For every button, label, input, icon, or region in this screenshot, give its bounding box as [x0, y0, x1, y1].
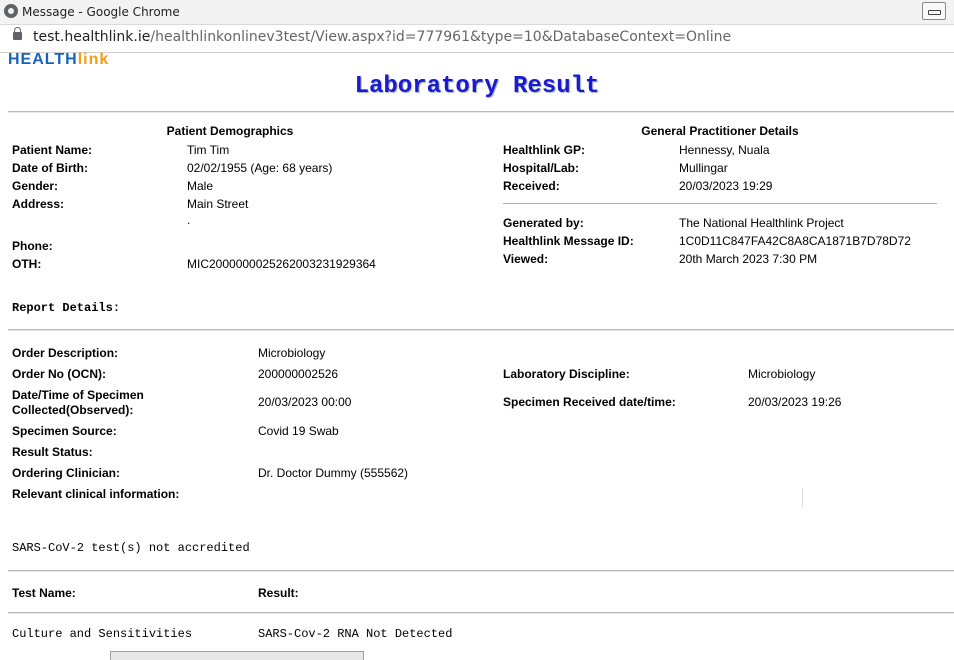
accreditation-note: SARS-CoV-2 test(s) not accredited [12, 541, 250, 555]
collected-label-line1: Date/Time of Specimen [12, 388, 144, 402]
address-bar[interactable]: test.healthlink.ie/healthlinkonlinev3tes… [0, 25, 954, 53]
result-header: Result: [258, 586, 299, 600]
order-description-label: Order Description: [12, 346, 119, 360]
dob-label: Date of Birth: [12, 161, 88, 175]
minimize-icon [928, 10, 941, 15]
result-row-test: Culture and Sensitivities [12, 627, 193, 641]
gp-divider [503, 203, 937, 204]
collected-label-line2: Collected(Observed): [12, 403, 134, 417]
address-line-2: . [187, 213, 191, 227]
url-host: test.healthlink.ie [33, 29, 151, 45]
patient-name-value: Tim Tim [187, 143, 230, 157]
chrome-icon [4, 4, 18, 18]
healthlink-logo: HEALTHlink [8, 51, 110, 68]
order-no-value: 200000002526 [258, 367, 339, 381]
viewed-label: Viewed: [503, 252, 549, 266]
order-no-label: Order No (OCN): [12, 367, 106, 381]
lab-discipline-label: Laboratory Discipline: [503, 367, 630, 381]
hospital-label: Hospital/Lab: [503, 161, 580, 175]
specimen-received-value: 20/03/2023 19:26 [748, 395, 842, 409]
specimen-source-label: Specimen Source: [12, 424, 117, 438]
gp-label: Healthlink GP: [503, 143, 586, 157]
gp-value: Hennessy, Nuala [679, 143, 770, 157]
oth-value: MIC2000000025262003231929364 [187, 257, 376, 271]
phone-label: Phone: [12, 239, 53, 253]
collected-value: 20/03/2023 00:00 [258, 395, 352, 409]
message-id-value: 1C0D11C847FA42C8A8CA1871B7D78D72 [679, 234, 911, 248]
window-title: Message - Google Chrome [22, 5, 180, 19]
lock-icon[interactable] [13, 27, 22, 40]
page-title: Laboratory Result [354, 73, 600, 100]
patient-demographics-heading: Patient Demographics [166, 124, 294, 138]
url-text[interactable]: test.healthlink.ie/healthlinkonlinev3tes… [33, 29, 731, 45]
test-name-header: Test Name: [12, 586, 76, 600]
divider-tick [802, 488, 803, 508]
gender-value: Male [187, 179, 214, 193]
lab-discipline-value: Microbiology [748, 367, 816, 381]
divider [8, 570, 954, 572]
generated-label: Generated by: [503, 216, 584, 230]
divider [8, 111, 954, 113]
patient-name-label: Patient Name: [12, 143, 93, 157]
received-label: Received: [503, 179, 560, 193]
ordering-clinician-value: Dr. Doctor Dummy (555562) [258, 466, 409, 480]
url-path: /healthlinkonlinev3test/View.aspx?id=777… [150, 29, 732, 45]
order-description-value: Microbiology [258, 346, 326, 360]
generated-value: The National Healthlink Project [679, 216, 844, 230]
minimize-button[interactable] [922, 2, 946, 20]
window-titlebar: Message - Google Chrome [0, 0, 954, 25]
gender-label: Gender: [12, 179, 59, 193]
divider [8, 612, 954, 614]
clinical-info-label: Relevant clinical information: [12, 487, 180, 501]
divider [8, 329, 954, 331]
dob-value: 02/02/1955 (Age: 68 years) [187, 161, 333, 175]
specimen-source-value: Covid 19 Swab [258, 424, 339, 438]
message-id-label: Healthlink Message ID: [503, 234, 634, 248]
hospital-value: Mullingar [679, 161, 728, 175]
result-status-label: Result Status: [12, 445, 93, 459]
report-details-heading: Report Details: [12, 301, 121, 315]
specimen-received-label: Specimen Received date/time: [503, 395, 676, 409]
address-value: Main Street [187, 197, 249, 211]
ordering-clinician-label: Ordering Clinician: [12, 466, 121, 480]
oth-label: OTH: [12, 257, 42, 271]
address-label: Address: [12, 197, 65, 211]
received-value: 20/03/2023 19:29 [679, 179, 773, 193]
result-row-result: SARS-Cov-2 RNA Not Detected [258, 627, 453, 641]
gp-details-heading: General Practitioner Details [641, 124, 799, 138]
viewed-value: 20th March 2023 7:30 PM [679, 252, 818, 266]
